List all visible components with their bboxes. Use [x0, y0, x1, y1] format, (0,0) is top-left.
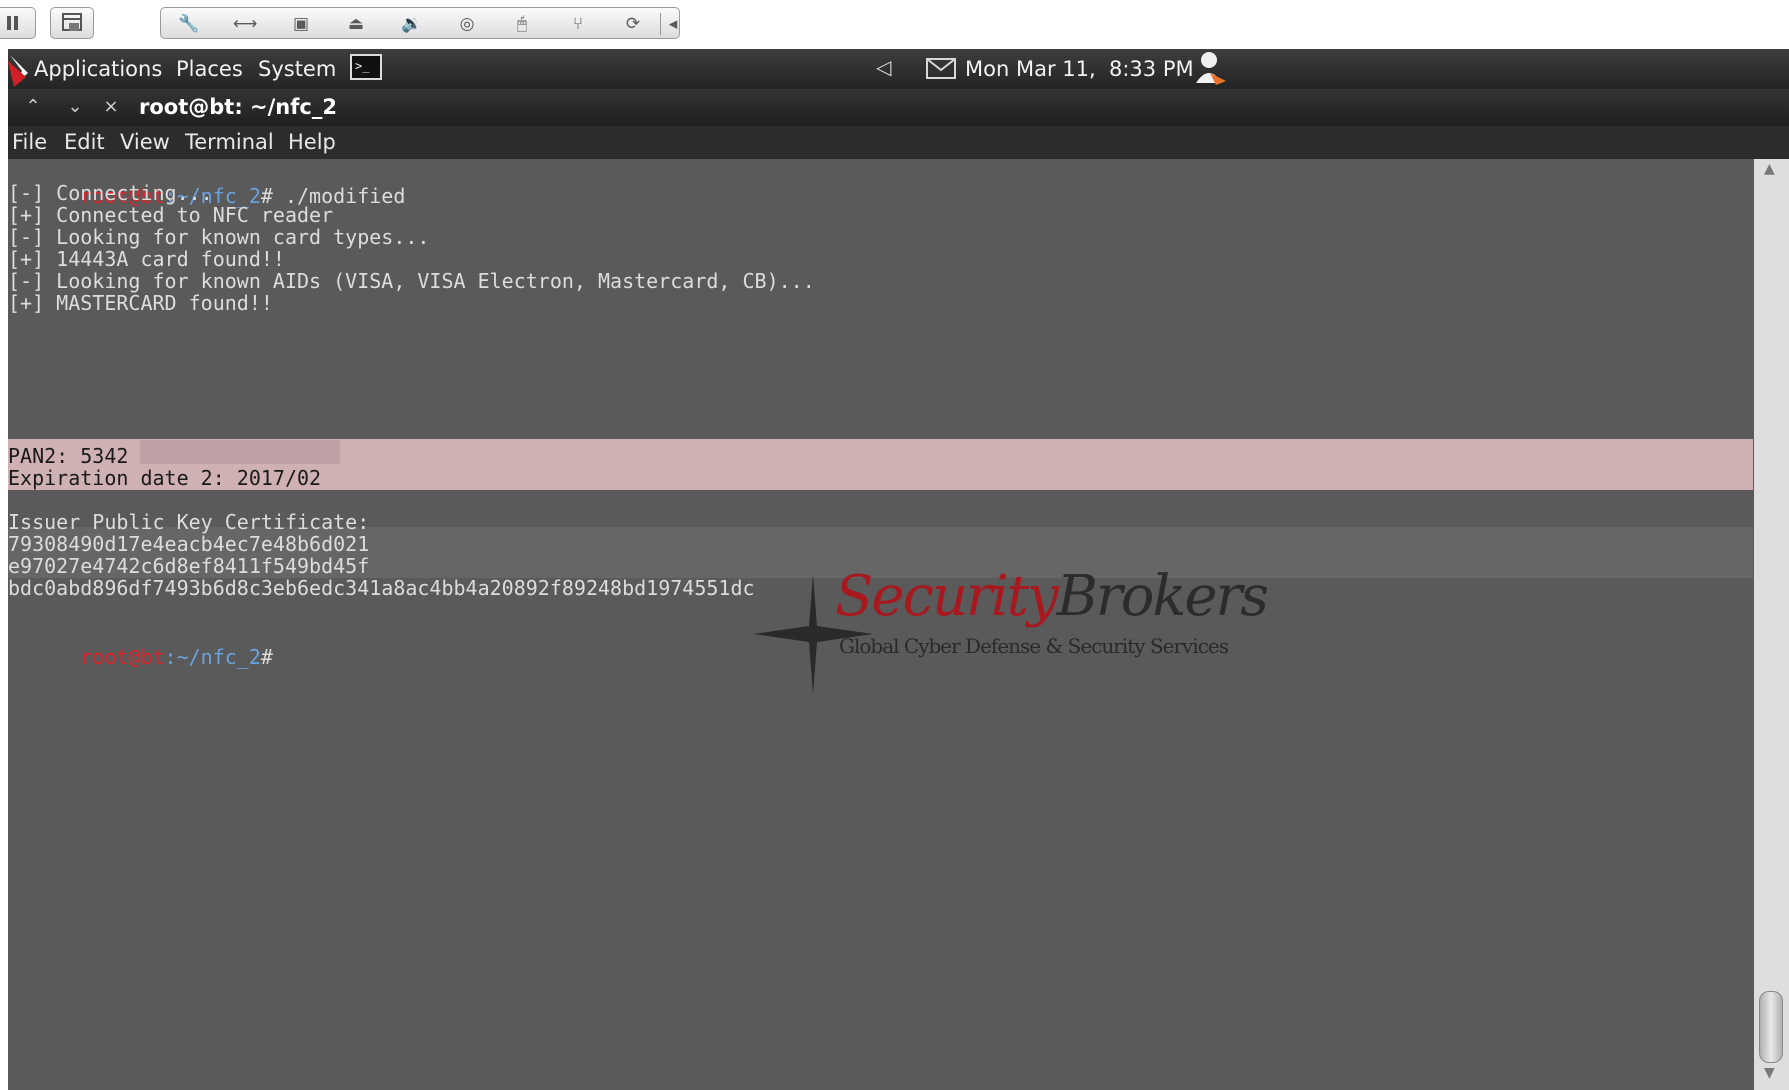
expiration-line: Expiration date 2: 2017/02 — [8, 466, 322, 490]
window-titlebar: ⌃ ⌄ × root@bt: ~/nfc_2 — [8, 89, 1789, 126]
terminal-scrollbar[interactable]: ▲ ▼ — [1754, 159, 1789, 1090]
pan-redaction — [140, 440, 340, 464]
scroll-up-arrow-icon[interactable]: ▲ — [1764, 161, 1775, 177]
collapse-arrow-icon[interactable]: ◂ — [660, 13, 685, 35]
pause-button[interactable] — [0, 7, 36, 39]
speaker-icon[interactable]: ◁ — [876, 55, 891, 79]
places-menu[interactable]: Places — [176, 56, 243, 82]
maximize-button[interactable]: ⌃ — [20, 93, 46, 121]
refresh-icon[interactable]: ⟳ — [621, 13, 645, 35]
mouse-icon[interactable]: 🖱 — [510, 13, 534, 35]
menu-view[interactable]: View — [120, 130, 170, 155]
terminal-menubar: File Edit View Terminal Help — [8, 126, 1789, 159]
menu-terminal[interactable]: Terminal — [185, 130, 274, 155]
backtrack-logo-icon[interactable] — [8, 51, 32, 87]
menu-file[interactable]: File — [12, 130, 47, 155]
pause-icon — [7, 16, 18, 30]
vm-window-icon — [62, 13, 82, 31]
output-line: [+] MASTERCARD found!! — [8, 291, 273, 315]
scrollbar-thumb[interactable] — [1759, 991, 1783, 1063]
prompt-user: root@bt — [80, 645, 165, 669]
window-title: root@bt: ~/nfc_2 — [139, 95, 337, 119]
menu-edit[interactable]: Edit — [64, 130, 105, 155]
terminal-output[interactable]: root@bt:~/nfc_2# ./modified [-] Connecti… — [8, 159, 1753, 1090]
prompt-path: :~/nfc_2 — [164, 645, 261, 669]
prompt-symbol: # — [260, 645, 273, 669]
wrench-icon[interactable]: 🔧 — [177, 13, 201, 35]
terminal-launcher-icon[interactable]: >_ — [350, 54, 382, 80]
top-panel: Applications Places System >_ ◁ Mon Mar … — [8, 49, 1789, 89]
cert-line: bdc0abd896df7493b6d8c3eb6edc341a8ac4bb4a… — [8, 576, 755, 600]
clock[interactable]: Mon Mar 11, 8:33 PM — [965, 56, 1194, 82]
audio-icon[interactable]: 🔉 — [400, 13, 424, 35]
disk-icon[interactable]: ⏏ — [344, 13, 368, 35]
close-icon[interactable]: × — [98, 93, 124, 121]
usb-icon[interactable]: ⑂ — [566, 13, 590, 35]
minimize-button[interactable]: ⌄ — [62, 93, 88, 121]
cdrom-icon[interactable]: ◎ — [455, 13, 479, 35]
scroll-down-arrow-icon[interactable]: ▼ — [1764, 1065, 1775, 1081]
vm-toolbar: 🔧 ⟷ ▣ ⏏ 🔉 ◎ 🖱 ⑂ ⟳ ◂ — [0, 0, 1789, 48]
screenshot-icon[interactable]: ▣ — [289, 13, 313, 35]
vm-window-button[interactable] — [50, 7, 94, 39]
system-menu[interactable]: System — [258, 56, 336, 82]
terminal-window: ⌃ ⌄ × root@bt: ~/nfc_2 File Edit View Te… — [8, 89, 1789, 1090]
final-prompt: root@bt:~/nfc_2# — [8, 620, 273, 669]
securitybrokers-watermark: SecurityBrokers Global Cyber Defense & S… — [753, 564, 1269, 704]
menu-help[interactable]: Help — [288, 130, 336, 155]
mail-icon[interactable] — [926, 58, 956, 80]
brand-name-dark: Brokers — [1056, 564, 1269, 629]
brand-tagline: Global Cyber Defense & Security Services — [839, 634, 1229, 658]
resize-arrows-icon[interactable]: ⟷ — [233, 13, 257, 35]
applications-menu[interactable]: Applications — [34, 56, 162, 82]
user-icon[interactable] — [1192, 49, 1228, 87]
brand-name-red: Security — [835, 564, 1059, 629]
